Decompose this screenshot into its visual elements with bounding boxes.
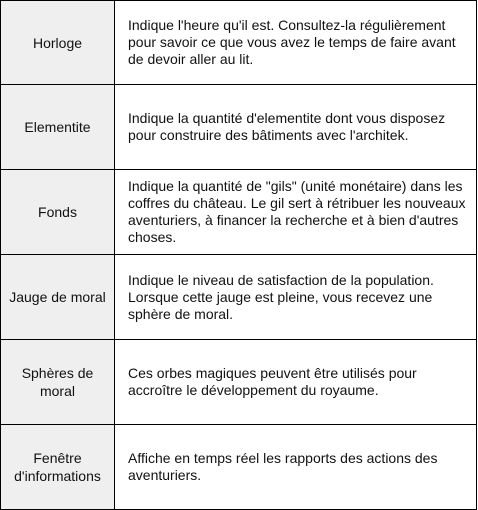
- table-row: Jauge de moral Indique le niveau de sati…: [0, 254, 477, 340]
- term-cell: Fenêtre d'informations: [0, 424, 115, 510]
- term-cell: Jauge de moral: [0, 254, 115, 340]
- term-label: Fonds: [38, 204, 77, 221]
- table-row: Horloge Indique l'heure qu'il est. Consu…: [0, 0, 477, 86]
- term-label: Sphères de moral: [21, 365, 94, 400]
- description-cell: Indique le niveau de satisfaction de la …: [114, 254, 477, 340]
- term-cell: Sphères de moral: [0, 338, 115, 426]
- term-cell: Elementite: [0, 84, 115, 170]
- term-label: Fenêtre d'informations: [14, 450, 101, 485]
- description-text: Ces orbes magiques peuvent être utilisés…: [128, 365, 417, 399]
- table-row: Elementite Indique la quantité d'element…: [0, 84, 477, 170]
- description-text: Indique l'heure qu'il est. Consultez-la …: [128, 17, 456, 68]
- term-label: Elementite: [24, 119, 91, 136]
- description-cell: Indique la quantité de "gils" (unité mon…: [114, 168, 477, 256]
- term-label: Horloge: [32, 34, 83, 51]
- description-text: Indique le niveau de satisfaction de la …: [128, 271, 434, 322]
- description-cell: Indique la quantité d'elementite dont vo…: [114, 84, 477, 170]
- term-cell: Fonds: [0, 168, 115, 256]
- description-text: Affiche en temps réel les rapports des a…: [128, 450, 438, 484]
- term-label: Jauge de moral: [9, 289, 106, 306]
- description-cell: Ces orbes magiques peuvent être utilisés…: [114, 338, 477, 426]
- description-cell: Indique l'heure qu'il est. Consultez-la …: [114, 0, 477, 86]
- table-row: Sphères de moral Ces orbes magiques peuv…: [0, 338, 477, 426]
- term-cell: Horloge: [0, 0, 115, 86]
- description-cell: Affiche en temps réel les rapports des a…: [114, 424, 477, 510]
- description-text: Indique la quantité d'elementite dont vo…: [128, 110, 446, 144]
- glossary-table: Horloge Indique l'heure qu'il est. Consu…: [0, 0, 477, 510]
- description-text: Indique la quantité de "gils" (unité mon…: [128, 178, 466, 246]
- table-row: Fenêtre d'informations Affiche en temps …: [0, 424, 477, 510]
- table-row: Fonds Indique la quantité de "gils" (uni…: [0, 168, 477, 256]
